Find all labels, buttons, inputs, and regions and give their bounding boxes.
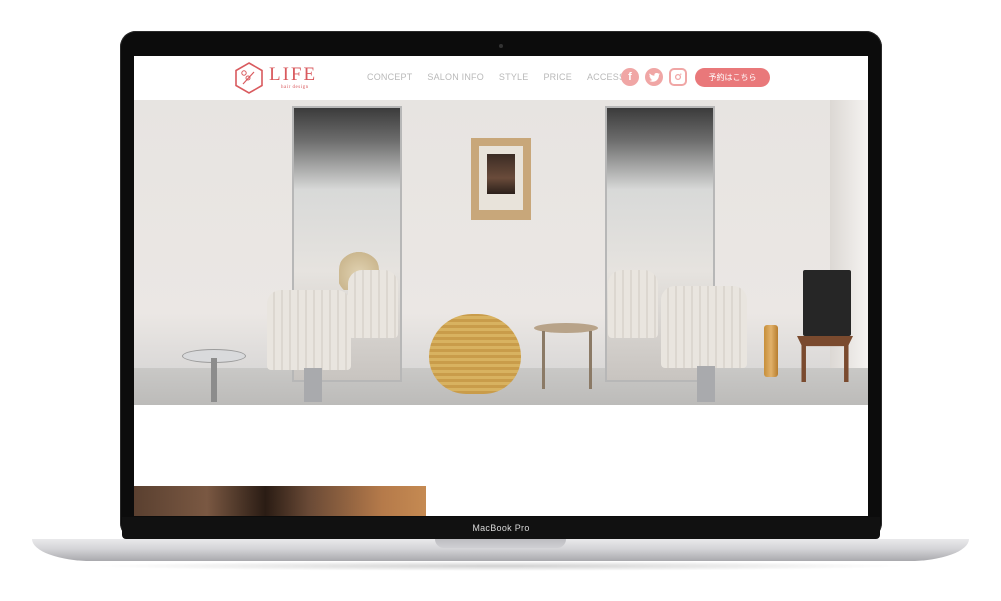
laptop-shadow (90, 561, 910, 571)
instagram-icon[interactable] (669, 68, 687, 86)
stool-leg (211, 358, 217, 402)
site-header: LIFE hair design CONCEPT SALON INFO STYL… (134, 56, 868, 100)
side-table-leg (542, 331, 545, 389)
chair-base-left (304, 368, 322, 402)
logo-subtitle: hair design (281, 85, 309, 90)
framed-picture (471, 138, 531, 220)
facebook-icon[interactable]: f (621, 68, 639, 86)
side-table-leg (589, 331, 592, 389)
device-label: MacBook Pro (472, 523, 530, 533)
nav-style[interactable]: STYLE (499, 72, 529, 82)
social-links: f (621, 68, 693, 86)
logo-hexagon-icon (235, 62, 263, 94)
site-logo[interactable]: LIFE hair design (232, 61, 317, 95)
laptop-chin: MacBook Pro (122, 517, 880, 539)
section-thumbnail-image (134, 486, 426, 516)
reservation-button[interactable]: 予約はこちら (695, 68, 770, 87)
styling-chair-left (267, 290, 351, 370)
hero-salon-image (134, 100, 868, 405)
laptop-screen: LIFE hair design CONCEPT SALON INFO STYL… (134, 56, 868, 516)
logo-title: LIFE (269, 64, 318, 85)
nav-salon-info[interactable]: SALON INFO (427, 72, 484, 82)
chair-reflection-right (608, 270, 658, 338)
speaker (803, 270, 851, 336)
laptop-base-notch (435, 539, 566, 548)
chair-reflection-left (348, 270, 398, 338)
woven-pouf (429, 314, 521, 394)
chair-base-right (697, 366, 715, 402)
nav-access[interactable]: ACCESS (587, 72, 625, 82)
main-nav: CONCEPT SALON INFO STYLE PRICE ACCESS (367, 72, 640, 82)
twitter-icon[interactable] (645, 68, 663, 86)
nav-price[interactable]: PRICE (543, 72, 572, 82)
candle-holder (764, 325, 778, 377)
camera-icon (499, 44, 503, 48)
twitter-bird-icon (648, 72, 660, 82)
nav-concept[interactable]: CONCEPT (367, 72, 412, 82)
styling-chair-right (661, 286, 747, 368)
instagram-glyph-icon (674, 73, 682, 81)
